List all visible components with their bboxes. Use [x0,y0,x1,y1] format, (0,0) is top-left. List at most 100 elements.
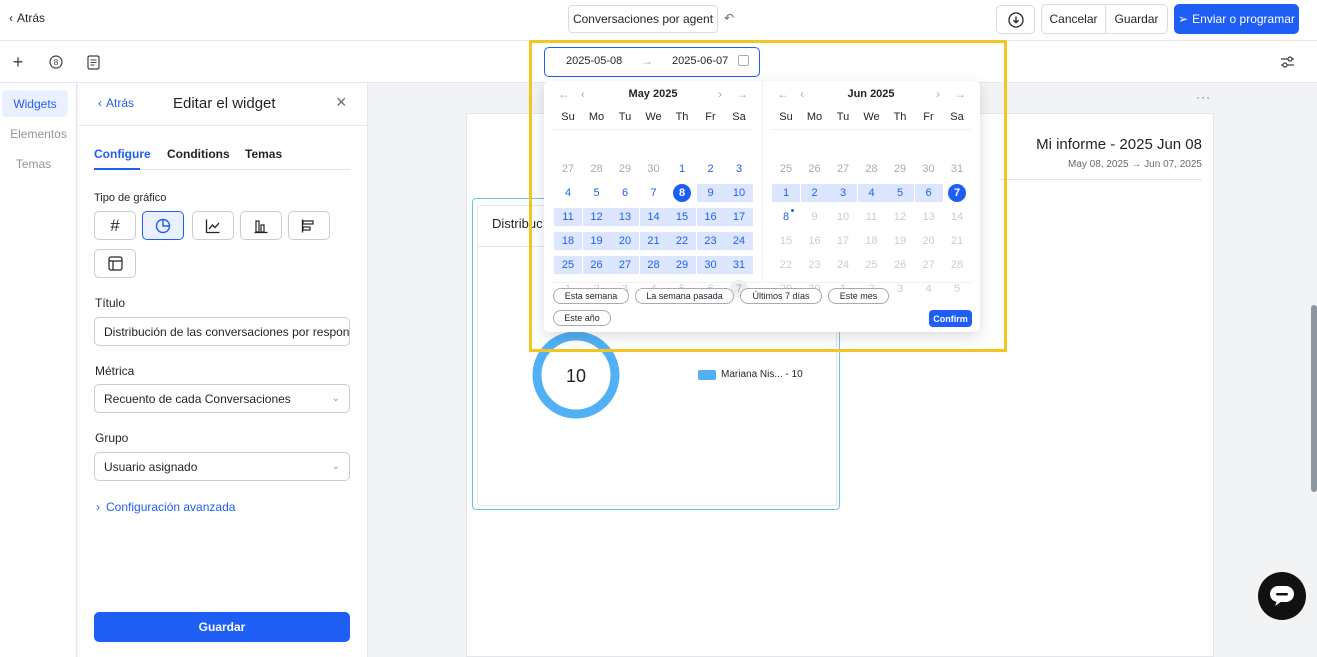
right-day-cell[interactable]: 6 [914,184,943,202]
left-day-cell[interactable]: 4 [554,184,582,202]
left-day-cell[interactable]: 10 [725,184,753,202]
right-day-cell[interactable]: 3 [829,184,857,202]
prev-month-icon[interactable]: ‹ [581,87,585,101]
right-day-cell[interactable]: 4 [857,184,886,202]
chart-type-bar-button[interactable] [240,211,282,240]
metric-select[interactable]: Recuento de cada Conversaciones ⌄ [94,384,350,413]
left-day-cell[interactable]: 24 [725,232,753,250]
prev-month-icon[interactable]: ‹ [800,87,804,101]
left-day-cell[interactable]: 1 [668,160,696,178]
right-day-cell[interactable]: 23 [801,256,829,274]
prev-year-icon[interactable]: ← [777,87,789,101]
left-day-cell[interactable]: 31 [725,256,753,274]
right-day-cell[interactable]: 11 [858,208,886,226]
title-field[interactable]: Distribución de las conversaciones por r… [94,317,350,346]
nav-item-temas[interactable]: Temas [0,157,72,171]
next-year-icon[interactable]: → [736,87,748,101]
left-day-cell[interactable]: 27 [554,160,582,178]
right-day-cell[interactable]: 21 [943,232,971,250]
right-day-cell[interactable]: 26 [801,160,829,178]
right-day-cell[interactable]: 30 [915,160,943,178]
left-day-cell[interactable]: 30 [696,256,725,274]
scrollbar-thumb[interactable] [1311,305,1317,492]
left-day-cell[interactable]: 30 [640,160,668,178]
right-day-cell[interactable]: 19 [886,232,914,250]
download-button[interactable] [996,5,1035,34]
preset-last-7-days[interactable]: Últimos 7 días [740,288,822,304]
left-day-cell[interactable]: 16 [696,208,725,226]
right-day-cell[interactable]: 14 [943,208,971,226]
right-day-cell[interactable]: 25 [772,160,800,178]
left-day-cell[interactable]: 29 [668,256,696,274]
left-day-cell[interactable]: 21 [639,232,668,250]
left-day-cell[interactable]: 28 [583,160,611,178]
right-day-cell[interactable]: 27 [915,256,943,274]
left-day-cell[interactable]: 9 [696,184,725,202]
right-day-cell[interactable]: 27 [829,160,857,178]
chart-type-number-button[interactable]: # [94,211,136,240]
close-icon[interactable]: × [336,93,347,111]
right-day-cell[interactable]: 2 [800,184,829,202]
left-day-cell[interactable]: 14 [639,208,668,226]
confirm-button[interactable]: Confirm [929,310,972,327]
left-day-cell[interactable]: 11 [554,208,582,226]
chart-type-horizontal-bar-button[interactable] [288,211,330,240]
right-day-cell[interactable]: 9 [801,208,829,226]
circle-b-icon[interactable]: 8 [48,54,64,70]
undo-icon[interactable]: ↶ [724,11,734,25]
left-day-cell[interactable]: 19 [582,232,611,250]
right-day-cell[interactable]: 10 [829,208,857,226]
left-day-cell[interactable]: 23 [696,232,725,250]
right-day-cell[interactable]: 29 [886,160,914,178]
left-day-cell[interactable]: 13 [611,208,639,226]
chart-type-table-button[interactable] [94,249,136,278]
left-day-cell[interactable]: 17 [725,208,753,226]
right-day-cell[interactable]: 5 [886,184,914,202]
group-select[interactable]: Usuario asignado ⌄ [94,452,350,481]
right-day-cell[interactable]: 16 [801,232,829,250]
left-day-cell[interactable]: 2 [697,160,725,178]
left-day-cell[interactable]: 25 [554,256,582,274]
right-day-cell[interactable]: 28 [858,160,886,178]
next-month-icon[interactable]: › [936,87,940,101]
right-day-cell[interactable]: 15 [772,232,800,250]
chart-type-pie-button[interactable] [142,211,184,240]
report-name-input[interactable]: Conversaciones por agent [568,5,718,33]
right-day-cell[interactable]: 20 [915,232,943,250]
end-date-input[interactable]: 2025-06-07 [672,55,728,67]
chat-button[interactable] [1258,572,1306,620]
right-day-cell[interactable]: 22 [772,256,800,274]
preset-last-week[interactable]: La semana pasada [635,288,734,304]
right-day-cell[interactable]: 24 [829,256,857,274]
next-month-icon[interactable]: › [718,87,722,101]
right-day-cell[interactable]: 31 [943,160,971,178]
right-day-cell[interactable]: 7 [943,184,971,202]
tab-temas[interactable]: Temas [245,147,282,161]
prev-year-icon[interactable]: ← [558,87,570,101]
right-day-cell[interactable]: 8 [772,208,800,226]
right-day-cell[interactable]: 17 [829,232,857,250]
nav-item-widgets[interactable]: Widgets [2,90,68,117]
left-day-cell[interactable]: 27 [611,256,639,274]
preset-this-year[interactable]: Este año [553,310,611,326]
right-day-cell[interactable]: 26 [886,256,914,274]
editor-back-button[interactable]: ‹ Atrás [98,96,134,110]
preset-this-month[interactable]: Este mes [828,288,889,304]
preset-this-week[interactable]: Esta semana [553,288,629,304]
left-day-cell[interactable]: 12 [582,208,611,226]
left-day-cell[interactable]: 22 [668,232,696,250]
editor-save-button[interactable]: Guardar [94,612,350,642]
advanced-config-link[interactable]: › Configuración avanzada [96,500,235,514]
tab-configure[interactable]: Configure [94,147,151,161]
send-schedule-button[interactable]: ➢ Enviar o programar [1174,4,1299,34]
nav-item-elementos[interactable]: Elementos [0,127,77,141]
chart-type-line-button[interactable] [192,211,234,240]
left-day-cell[interactable]: 5 [583,184,611,202]
document-icon[interactable] [85,54,101,70]
next-year-icon[interactable]: → [954,87,966,101]
left-day-cell[interactable]: 8 [668,184,696,202]
right-day-cell[interactable]: 18 [858,232,886,250]
more-options-icon[interactable]: ··· [1196,90,1211,104]
filter-settings-icon[interactable] [1279,54,1295,70]
left-day-cell[interactable]: 28 [639,256,668,274]
